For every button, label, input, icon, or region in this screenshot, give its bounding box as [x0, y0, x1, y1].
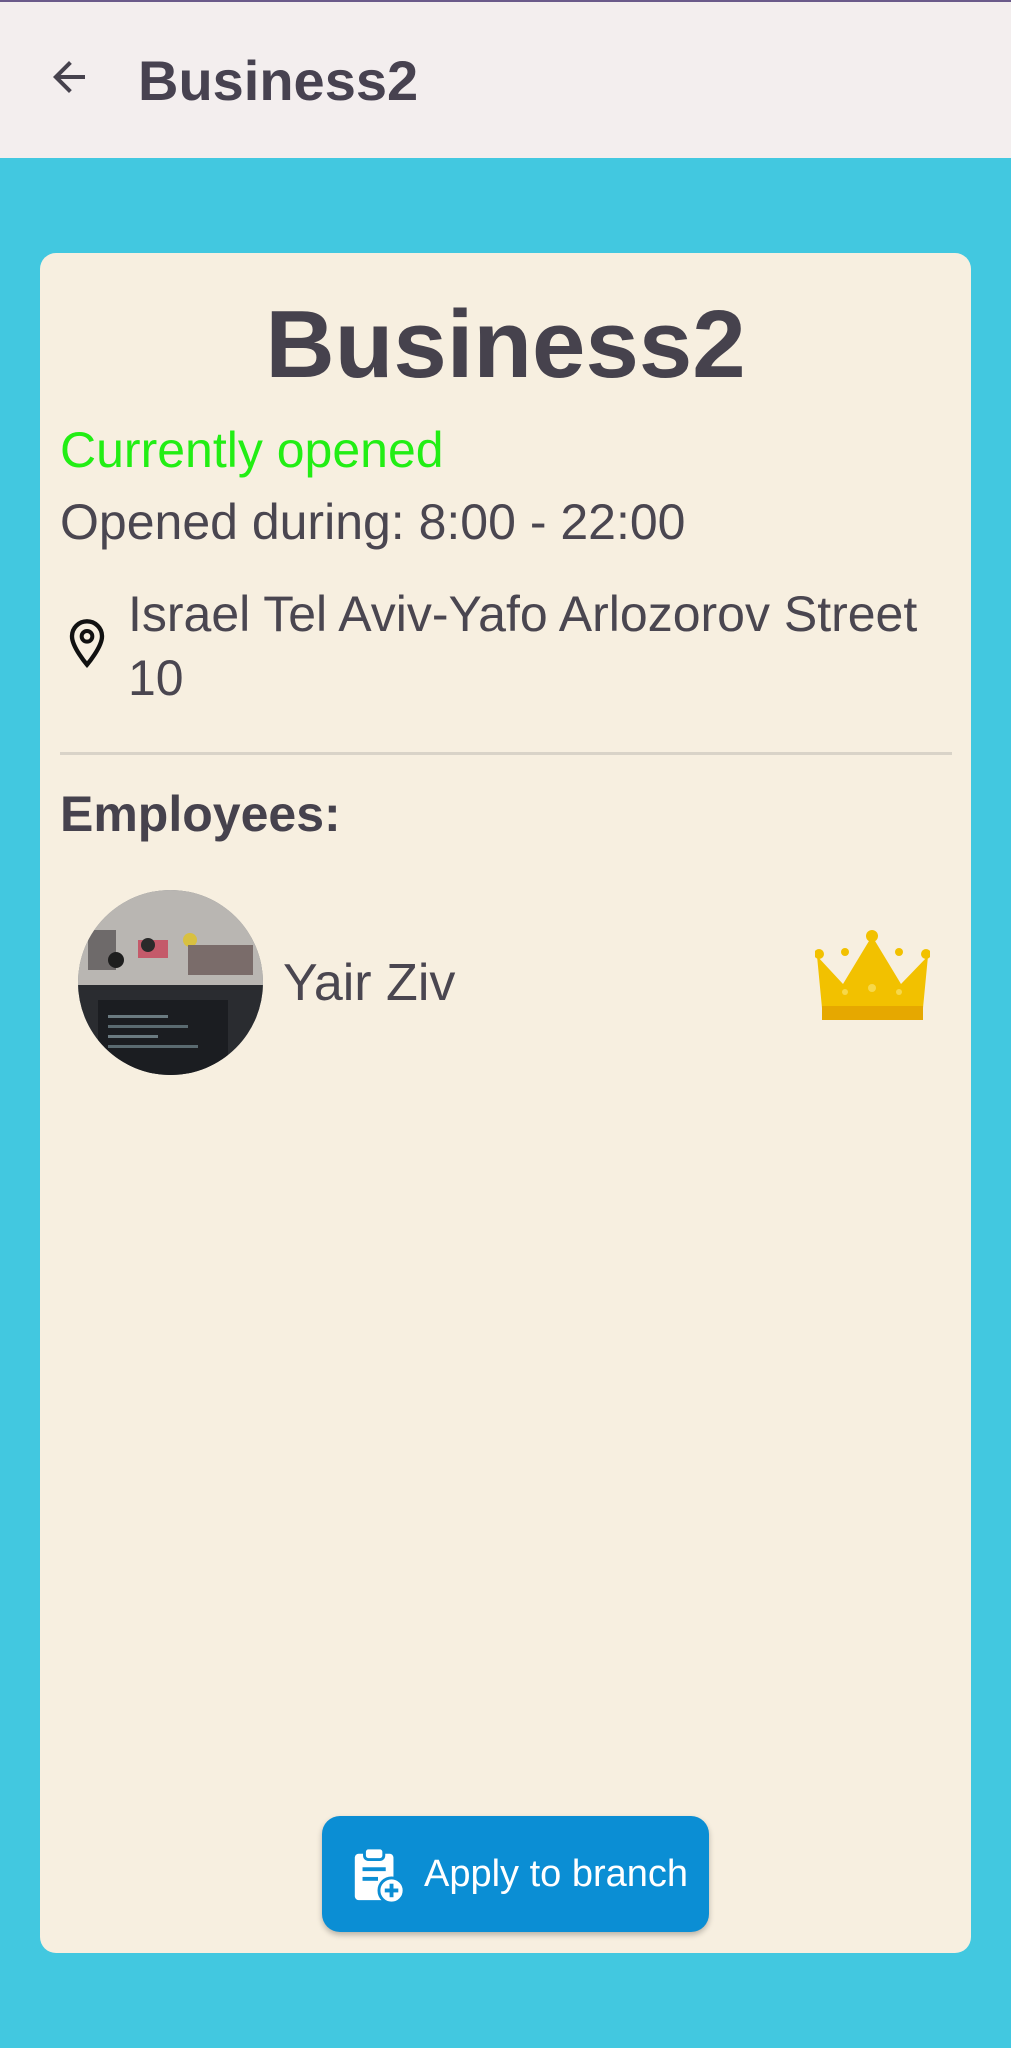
- app-bar-title: Business2: [138, 49, 419, 112]
- hours-label: Opened during:: [60, 494, 419, 550]
- hours-close: 22:00: [560, 494, 686, 550]
- back-button[interactable]: [34, 42, 104, 112]
- opening-hours: Opened during: 8:00 - 22:00: [60, 492, 685, 552]
- app-bar: Business2: [0, 2, 1011, 158]
- hours-separator: -: [515, 494, 561, 550]
- clipboard-add-icon: [354, 1846, 406, 1904]
- hours-open: 8:00: [418, 494, 516, 550]
- employees-heading: Employees:: [60, 786, 341, 842]
- open-status: Currently opened: [60, 422, 444, 478]
- employee-name: Yair Ziv: [283, 954, 456, 1012]
- location-pin-icon: [69, 619, 105, 668]
- employee-avatar[interactable]: [78, 890, 263, 1075]
- section-divider: [60, 752, 952, 755]
- arrow-left-icon: [53, 61, 85, 93]
- crown-icon: [815, 930, 930, 1020]
- apply-to-branch-button[interactable]: Apply to branch: [322, 1816, 709, 1932]
- avatar-photo: [78, 890, 263, 1075]
- apply-button-label: Apply to branch: [424, 1853, 689, 1895]
- business-address: Israel Tel Aviv-Yafo Arlozorov Street 10: [128, 586, 918, 706]
- business-name: Business2: [265, 291, 746, 398]
